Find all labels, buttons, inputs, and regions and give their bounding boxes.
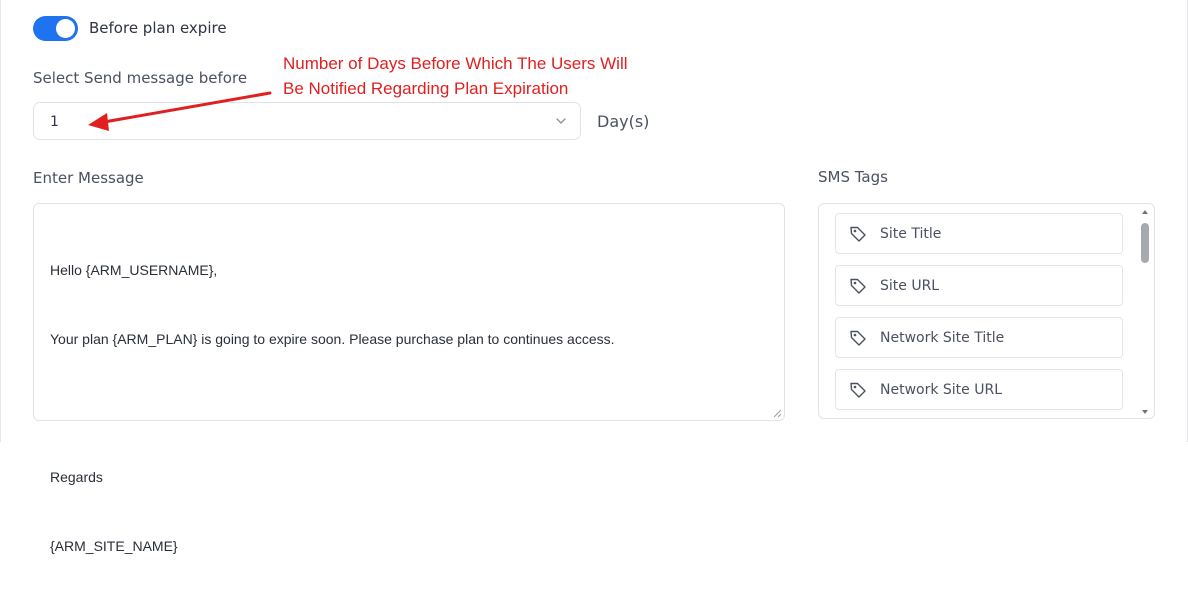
resize-handle-icon[interactable] xyxy=(773,409,782,418)
sms-tags-scrollbar[interactable] xyxy=(1141,208,1149,416)
tag-icon xyxy=(850,330,866,346)
send-before-days-select[interactable]: 1 xyxy=(33,102,581,140)
send-before-days-value: 1 xyxy=(50,114,59,130)
scroll-down-arrow-icon[interactable] xyxy=(1141,408,1149,416)
toggle-knob xyxy=(56,19,75,38)
sms-tag-site-url[interactable]: Site URL xyxy=(835,265,1123,306)
sms-tag-label: Network Site URL xyxy=(880,382,1003,398)
message-textarea[interactable]: Hello {ARM_USERNAME}, Your plan {ARM_PLA… xyxy=(33,203,785,554)
enter-message-label: Enter Message xyxy=(33,169,144,187)
sms-tag-site-title[interactable]: Site Title xyxy=(835,213,1123,254)
send-before-label: Select Send message before xyxy=(33,69,248,87)
days-unit-label: Day(s) xyxy=(597,112,650,131)
annotation-line-1: Number of Days Before Which The Users Wi… xyxy=(283,54,628,73)
message-line: Hello {ARM_USERNAME}, xyxy=(50,262,218,278)
page-border-left xyxy=(0,0,1,442)
tag-icon xyxy=(850,278,866,294)
sms-tag-label: Site Title xyxy=(880,226,942,242)
chevron-down-icon xyxy=(556,118,566,124)
before-plan-expire-toggle[interactable] xyxy=(33,16,78,41)
message-line xyxy=(50,397,768,420)
sms-tag-network-site-title[interactable]: Network Site Title xyxy=(835,317,1123,358)
sms-tags-panel: Site Title Site URL Network Site Title N… xyxy=(818,203,1155,419)
message-line: {ARM_SITE_NAME} xyxy=(50,538,178,554)
message-line: Your plan {ARM_PLAN} is going to expire … xyxy=(50,331,615,347)
sms-tag-label: Network Site Title xyxy=(880,330,1005,346)
sms-tags-label: SMS Tags xyxy=(818,168,888,186)
message-line: Regards xyxy=(50,469,103,485)
annotation-line-2: Be Notified Regarding Plan Expiration xyxy=(283,79,569,98)
sms-tag-network-site-url[interactable]: Network Site URL xyxy=(835,369,1123,410)
scrollbar-thumb[interactable] xyxy=(1141,223,1149,263)
scroll-up-arrow-icon[interactable] xyxy=(1141,208,1149,216)
before-plan-expire-label: Before plan expire xyxy=(89,19,227,37)
annotation-callout: Number of Days Before Which The Users Wi… xyxy=(283,51,628,101)
tag-icon xyxy=(850,382,866,398)
tag-icon xyxy=(850,226,866,242)
sms-tag-label: Site URL xyxy=(880,278,940,294)
